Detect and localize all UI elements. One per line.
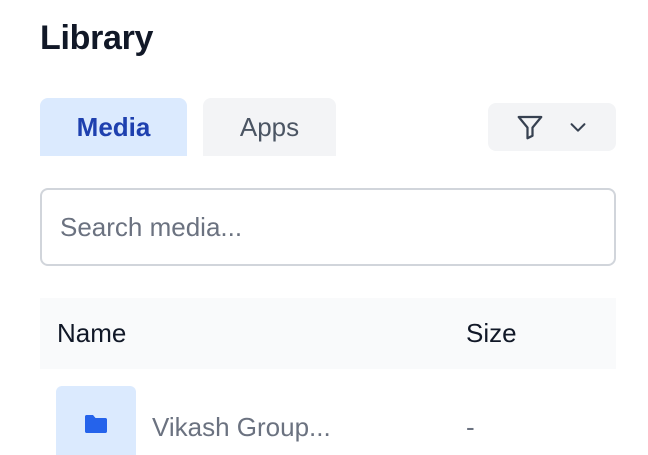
table-header: Name Size bbox=[40, 298, 616, 369]
tab-apps[interactable]: Apps bbox=[203, 98, 336, 156]
table-row[interactable]: Vikash Group... - bbox=[40, 369, 616, 455]
tab-media[interactable]: Media bbox=[40, 98, 187, 156]
library-panel: Library Media Apps Name Size Vikas bbox=[0, 0, 648, 455]
filter-dropdown-button[interactable] bbox=[488, 103, 616, 151]
chevron-down-icon bbox=[567, 116, 589, 138]
filter-icon bbox=[515, 112, 545, 142]
row-size: - bbox=[466, 412, 475, 442]
column-header-name[interactable]: Name bbox=[57, 298, 126, 369]
column-header-size[interactable]: Size bbox=[466, 298, 517, 369]
folder-thumbnail bbox=[56, 386, 136, 455]
search-input[interactable] bbox=[42, 190, 614, 264]
folder-icon bbox=[83, 413, 109, 440]
search-field[interactable] bbox=[40, 188, 616, 266]
row-name: Vikash Group... bbox=[152, 412, 331, 442]
page-title: Library bbox=[40, 19, 154, 57]
